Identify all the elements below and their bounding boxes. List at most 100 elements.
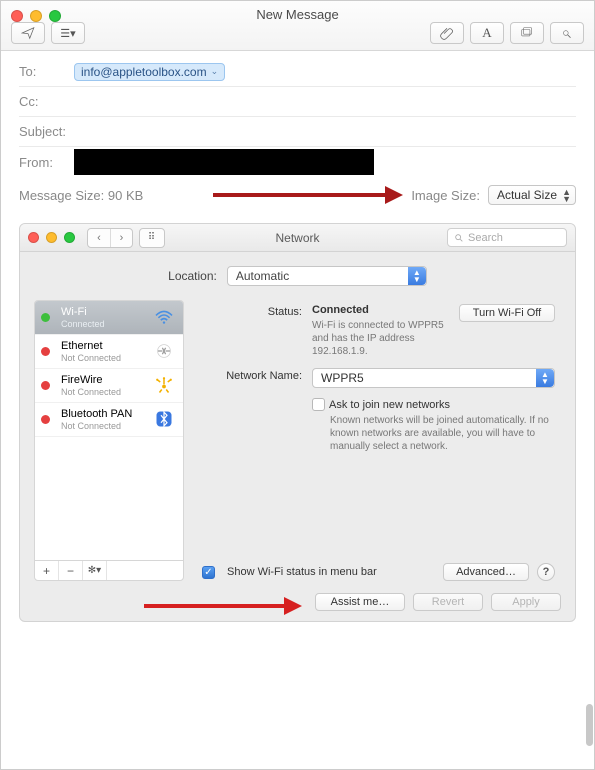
- plus-icon: +: [43, 564, 50, 578]
- paper-plane-icon: [21, 26, 35, 40]
- apply-button[interactable]: Apply: [491, 593, 561, 611]
- search-placeholder: Search: [468, 232, 503, 244]
- mail-toolbar: New Message ☰▾ A: [1, 1, 594, 51]
- status-dot-icon: [41, 313, 50, 322]
- photo-browser-button[interactable]: [510, 22, 544, 44]
- updown-caret-icon: ▲▼: [408, 267, 426, 285]
- sidebar-item-label: Bluetooth PAN: [61, 408, 145, 421]
- header-menu-button[interactable]: ☰▾: [51, 22, 85, 44]
- annotation-arrow-1: [213, 186, 403, 204]
- help-button[interactable]: ?: [537, 563, 555, 581]
- assist-me-button[interactable]: Assist me…: [315, 593, 405, 611]
- ethernet-icon: [151, 343, 177, 359]
- sidebar-item-label: Wi-Fi: [61, 306, 145, 319]
- message-size-label: Message Size: 90 KB: [19, 188, 143, 203]
- location-value: Automatic: [236, 269, 289, 283]
- ask-join-note: Known networks will be joined automatica…: [330, 414, 555, 453]
- cc-label: Cc:: [19, 94, 74, 109]
- minus-icon: −: [67, 564, 74, 578]
- chevron-right-icon[interactable]: ›: [110, 229, 132, 247]
- revert-button[interactable]: Revert: [413, 593, 483, 611]
- turn-wifi-off-button[interactable]: Turn Wi-Fi Off: [459, 304, 555, 322]
- attach-button[interactable]: [430, 22, 464, 44]
- send-button[interactable]: [11, 22, 45, 44]
- checkbox-unchecked-icon[interactable]: [312, 398, 325, 411]
- from-value-redacted: [74, 149, 374, 175]
- zoom-window-icon[interactable]: [64, 232, 75, 243]
- close-window-icon[interactable]: [28, 232, 39, 243]
- search-icon: [454, 233, 464, 243]
- status-value: Connected: [312, 304, 369, 316]
- sidebar-toolbar: + − ✻▾: [35, 560, 183, 580]
- updown-caret-icon: ▲▼: [562, 189, 571, 203]
- status-note: Wi-Fi is connected to WPPR5 and has the …: [312, 319, 447, 358]
- sidebar-item-firewire[interactable]: FireWire Not Connected: [35, 369, 183, 403]
- chevron-left-icon[interactable]: ‹: [88, 229, 110, 247]
- nav-back-forward[interactable]: ‹ ›: [87, 228, 133, 248]
- sidebar-item-bluetooth-pan[interactable]: Bluetooth PAN Not Connected: [35, 403, 183, 437]
- network-titlebar: ‹ › ⠿ Network Search: [20, 224, 575, 252]
- mail-window-title: New Message: [1, 7, 594, 22]
- location-select[interactable]: Automatic ▲▼: [227, 266, 427, 286]
- format-button[interactable]: A: [470, 22, 504, 44]
- list-bullets-icon: ☰▾: [60, 27, 75, 40]
- minimize-window-icon[interactable]: [46, 232, 57, 243]
- image-size-value: Actual Size: [497, 188, 557, 202]
- to-field-row[interactable]: To: info@appletoolbox.com ⌄: [19, 57, 576, 87]
- network-window-controls: [28, 232, 75, 243]
- sidebar-item-wifi[interactable]: Wi-Fi Connected: [35, 301, 183, 335]
- message-size-row: Message Size: 90 KB Image Size: Actual S…: [1, 177, 594, 213]
- show-menu-label: Show Wi-Fi status in menu bar: [227, 566, 435, 578]
- advanced-button[interactable]: Advanced…: [443, 563, 529, 581]
- status-dot-icon: [41, 415, 50, 424]
- network-pane: ‹ › ⠿ Network Search Location: Automatic…: [19, 223, 576, 622]
- network-services-sidebar: Wi-Fi Connected Ethernet Not Connected: [34, 300, 184, 581]
- paperclip-icon: [440, 26, 454, 40]
- grid-icon: ⠿: [148, 232, 156, 243]
- search-field[interactable]: Search: [447, 228, 567, 247]
- location-label: Location:: [168, 269, 217, 283]
- bottom-button-row: Assist me… Revert Apply: [34, 593, 561, 611]
- network-name-select[interactable]: WPPR5 ▲▼: [312, 368, 555, 388]
- location-row: Location: Automatic ▲▼: [34, 266, 561, 286]
- sidebar-item-label: FireWire: [61, 374, 145, 387]
- network-name-value: WPPR5: [321, 371, 364, 385]
- mail-header-fields: To: info@appletoolbox.com ⌄ Cc: Subject:…: [1, 51, 594, 177]
- to-recipient-chip[interactable]: info@appletoolbox.com ⌄: [74, 63, 225, 81]
- network-detail-panel: Status: Connected Wi-Fi is connected to …: [196, 300, 561, 581]
- sidebar-item-status: Not Connected: [61, 353, 145, 363]
- add-service-button[interactable]: +: [35, 561, 59, 580]
- updown-caret-icon: ▲▼: [536, 369, 554, 387]
- service-actions-button[interactable]: ✻▾: [83, 561, 107, 580]
- sidebar-item-status: Connected: [61, 319, 145, 329]
- wifi-icon: [151, 309, 177, 325]
- image-size-label: Image Size:: [411, 188, 480, 203]
- ask-join-label: Ask to join new networks: [329, 399, 450, 411]
- remove-service-button[interactable]: −: [59, 561, 83, 580]
- sidebar-item-label: Ethernet: [61, 340, 145, 353]
- show-all-button[interactable]: ⠿: [139, 228, 165, 248]
- markup-icon: [560, 26, 574, 40]
- markup-button[interactable]: [550, 22, 584, 44]
- network-name-label: Network Name:: [202, 368, 302, 382]
- font-letter-icon: A: [482, 25, 491, 41]
- subject-field-row[interactable]: Subject:: [19, 117, 576, 147]
- sidebar-item-status: Not Connected: [61, 421, 145, 431]
- vertical-scrollbar[interactable]: [586, 704, 593, 746]
- photo-stack-icon: [520, 26, 534, 40]
- from-label: From:: [19, 155, 74, 170]
- gear-icon: ✻▾: [88, 565, 101, 576]
- status-dot-icon: [41, 381, 50, 390]
- bluetooth-icon: [151, 410, 177, 428]
- status-label: Status:: [202, 304, 302, 318]
- cc-field-row[interactable]: Cc:: [19, 87, 576, 117]
- firewire-icon: [151, 376, 177, 394]
- checkbox-checked-icon[interactable]: ✓: [202, 566, 215, 579]
- status-dot-icon: [41, 347, 50, 356]
- subject-label: Subject:: [19, 124, 81, 139]
- from-field-row[interactable]: From:: [19, 147, 576, 177]
- ask-join-checkbox-row[interactable]: Ask to join new networks: [312, 398, 555, 411]
- sidebar-item-ethernet[interactable]: Ethernet Not Connected: [35, 335, 183, 369]
- image-size-select[interactable]: Actual Size ▲▼: [488, 185, 576, 205]
- chevron-down-icon[interactable]: ⌄: [211, 66, 219, 77]
